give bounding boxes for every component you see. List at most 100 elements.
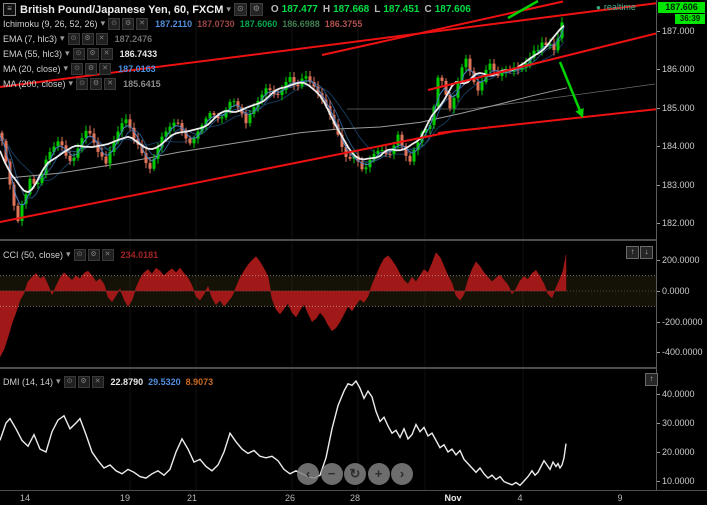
scroll-right-button[interactable]: › [391,463,413,485]
dmi-legend-row: DMI (14, 14) ▾ ⊙ ⚙ ✕ 22.8790 29.5320 8.9073 [3,373,213,391]
chevron-down-icon[interactable]: ▾ [101,18,106,28]
trading-chart-window: ≡ British Pound/Japanese Yen, 60, FXCM ▾ ⊙ ⚙… [0,0,707,508]
close-icon[interactable]: ✕ [101,248,114,261]
price-axis-label: 184.000 [662,141,695,152]
price-axis-label: 187.000 [662,26,695,36]
close-icon[interactable]: ✕ [95,32,108,45]
chevron-down-icon[interactable]: ▾ [60,33,65,43]
close-icon[interactable]: ✕ [91,375,104,388]
time-axis-label: 14 [19,493,30,503]
move-pane-down-button[interactable]: ↓ [640,246,653,259]
chevron-down-icon[interactable]: ▾ [66,249,71,259]
indicator-label[interactable]: MA (200, close) [3,79,66,89]
move-pane-up-button[interactable]: ↑ [626,246,639,259]
eye-icon[interactable]: ⊙ [67,32,80,45]
time-axis-label: 26 [284,493,295,503]
dmi-label[interactable]: DMI (14, 14) [3,377,53,387]
ohlc-label: L [374,4,381,16]
gear-icon[interactable]: ⚙ [86,47,99,60]
ohlc-value: 187.606 [434,4,471,16]
indicator-value: 187.0730 [197,18,235,29]
indicator-row: Ichimoku (9, 26, 52, 26) ▾ ⊙ ⚙ ✕ 187.2110 187.… [3,15,363,30]
pane-separator[interactable] [0,367,707,369]
chevron-down-icon[interactable]: ▾ [64,63,69,73]
eye-icon[interactable]: ⊙ [73,248,86,261]
dmi-axis-label: 40.0000 [662,389,695,399]
price-axis-label: 182.000 [662,218,695,228]
symbol-legend-row: ≡ British Pound/Japanese Yen, 60, FXCM ▾ ⊙ ⚙… [3,1,471,17]
ohlc-value: 187.477 [281,4,318,16]
indicator-label[interactable]: EMA (55, hlc3) [3,49,62,59]
ohlc-label: H [322,4,331,16]
indicator-value: 186.6988 [282,18,320,29]
time-axis-label: 28 [349,493,360,503]
cci-label[interactable]: CCI (50, close) [3,250,63,260]
price-axis-label: 183.000 [662,179,695,190]
close-icon[interactable]: ✕ [136,17,149,30]
cci-axis-label: -200.0000 [662,316,703,327]
realtime-indicator: ● realtime [596,2,636,12]
eye-icon[interactable]: ⊙ [63,375,76,388]
indicator-value: 186.3755 [324,18,363,29]
indicator-row: EMA (7, hlc3) ▾ ⊙ ⚙ ✕ 187.2476 [3,30,152,45]
reset-view-button[interactable]: ↻ [344,463,366,485]
cci-axis-label: 200.0000 [662,255,700,266]
eye-icon[interactable]: ⊙ [108,17,121,30]
time-axis-label: 9 [617,493,623,503]
gear-icon[interactable]: ⚙ [81,32,94,45]
cci-legend-row: CCI (50, close) ▾ ⊙ ⚙ ✕ 234.0181 [3,246,158,264]
dmi-axis-label: 30.0000 [662,418,695,428]
price-axis-label: 185.000 [662,102,695,113]
indicator-value: 29.5320 [148,376,181,387]
chevron-down-icon[interactable]: ▾ [226,4,231,14]
price-axis[interactable]: 187.000 186.000 185.000 184.000 183.000 182.0… [656,0,707,490]
indicator-value: 8.9073 [185,376,214,387]
indicator-value: 187.6060 [239,18,278,29]
chevron-down-icon[interactable]: ▾ [65,48,70,58]
ohlc-value: 187.668 [333,4,370,16]
indicator-value: 185.6415 [123,78,161,89]
move-pane-up-button[interactable]: ↑ [645,373,658,386]
indicator-label[interactable]: EMA (7, hlc3) [3,34,57,44]
gear-icon[interactable]: ⚙ [90,77,103,90]
pane-separator[interactable] [0,239,707,241]
realtime-label: realtime [603,2,636,12]
zoom-in-button[interactable]: + [367,463,390,485]
time-axis[interactable]: 14 19 21 26 28 Nov 4 9 [0,490,707,506]
ohlc-label: C [424,4,432,16]
cci-value: 234.0181 [120,249,159,260]
gear-icon[interactable]: ⚙ [122,17,135,30]
cci-axis-label: 0.0000 [662,286,690,296]
ohlc-value: 187.451 [383,4,420,16]
dmi-axis-label: 10.0000 [662,476,695,486]
gear-icon[interactable]: ⚙ [85,62,98,75]
eye-icon[interactable]: ⊙ [71,62,84,75]
time-axis-label: 19 [119,493,130,503]
time-axis-label: 4 [517,493,523,503]
indicator-label[interactable]: Ichimoku (9, 26, 52, 26) [3,19,98,29]
close-icon[interactable]: ✕ [99,62,112,75]
eye-icon[interactable]: ⊙ [76,77,89,90]
indicator-value: 187.2110 [155,18,193,29]
eye-icon[interactable]: ⊙ [72,47,85,60]
dmi-axis-label: 20.0000 [662,447,695,457]
zoom-out-button[interactable]: − [320,463,343,485]
indicator-row: MA (200, close) ▾ ⊙ ⚙ ✕ 185.6415 [3,75,161,90]
ohlc-label: O [270,4,279,16]
chevron-down-icon[interactable]: ▾ [56,376,61,386]
symbol-title[interactable]: British Pound/Japanese Yen, 60, FXCM [20,4,223,16]
gear-icon[interactable]: ⚙ [77,375,90,388]
chevron-down-icon[interactable]: ▾ [69,78,74,88]
indicator-label[interactable]: MA (20, close) [3,64,61,74]
time-axis-label: 21 [186,493,197,503]
indicator-row: MA (20, close) ▾ ⊙ ⚙ ✕ 187.0163 [3,60,156,75]
indicator-row: EMA (55, hlc3) ▾ ⊙ ⚙ ✕ 186.7433 [3,45,158,60]
indicator-value: 187.0163 [118,63,156,74]
scroll-left-button[interactable]: ‹ [297,463,319,485]
bar-countdown-badge: 36:39 [675,14,705,24]
close-icon[interactable]: ✕ [104,77,117,90]
close-icon[interactable]: ✕ [100,47,113,60]
gear-icon[interactable]: ⚙ [87,248,100,261]
indicator-value: 22.8790 [110,376,144,387]
indicator-value: 186.7433 [119,48,158,59]
